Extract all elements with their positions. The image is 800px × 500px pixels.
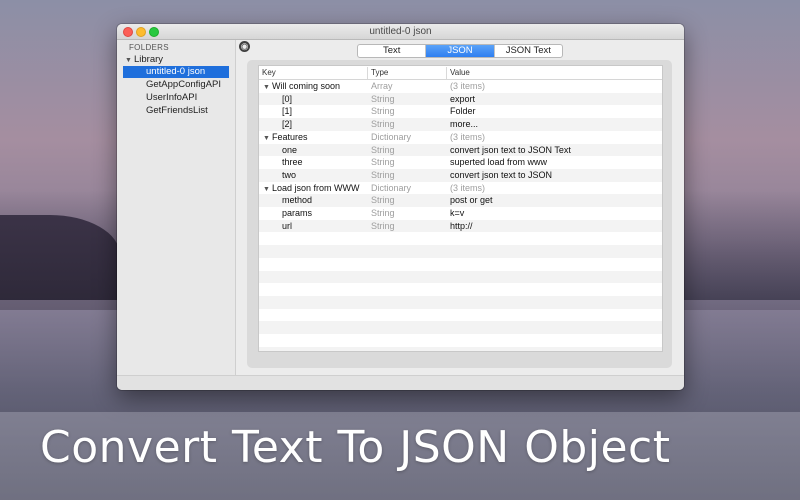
globe-icon[interactable]: ◉: [239, 41, 250, 52]
table-row[interactable]: ▼ Load json from WWW Dictionary (3 items): [259, 182, 662, 195]
sidebar-item-userinfoapi[interactable]: UserInfoAPI: [123, 92, 229, 104]
table-row[interactable]: method String post or get: [259, 194, 662, 207]
sidebar-item-getfriendslist[interactable]: GetFriendsList: [123, 105, 229, 117]
value-cell[interactable]: export: [450, 93, 475, 106]
tab-text[interactable]: Text: [358, 45, 427, 57]
value-cell[interactable]: superted load from www: [450, 156, 547, 169]
table-row[interactable]: one String convert json text to JSON Text: [259, 143, 662, 157]
column-divider: [446, 67, 447, 79]
empty-row: [259, 295, 662, 309]
type-cell[interactable]: String: [371, 220, 395, 233]
key-cell[interactable]: method: [282, 194, 312, 207]
value-cell[interactable]: post or get: [450, 194, 493, 207]
type-cell[interactable]: Dictionary: [371, 131, 411, 144]
key-cell[interactable]: params: [282, 207, 312, 220]
table-row[interactable]: ▼ Features Dictionary (3 items): [259, 131, 662, 144]
key-text: url: [282, 220, 293, 231]
table-row[interactable]: [0] String export: [259, 92, 662, 106]
empty-row: [259, 245, 662, 258]
column-divider: [367, 67, 368, 79]
main-content: ◉ Text JSON JSON Text Key Type Value ▼ Wi…: [237, 40, 684, 375]
type-cell[interactable]: String: [371, 169, 395, 182]
type-cell[interactable]: String: [371, 118, 395, 131]
title-bar[interactable]: untitled-0 json: [117, 24, 684, 40]
value-cell[interactable]: more...: [450, 118, 478, 131]
value-cell[interactable]: (3 items): [450, 182, 485, 195]
key-text: one: [282, 144, 298, 155]
value-cell[interactable]: convert json text to JSON Text: [450, 144, 571, 157]
library-label: Library: [134, 54, 164, 65]
empty-row: [259, 334, 662, 347]
key-text: Features: [272, 131, 308, 142]
type-cell[interactable]: String: [371, 105, 395, 118]
table-row[interactable]: params String k=v: [259, 207, 662, 220]
library-folder[interactable]: ▼ Library: [125, 54, 163, 65]
empty-row: [259, 258, 662, 271]
key-cell[interactable]: one: [282, 144, 297, 157]
key-cell[interactable]: two: [282, 169, 296, 182]
app-window: untitled-0 json FOLDERS ▼ Library untitle…: [117, 24, 684, 390]
column-header-value[interactable]: Value: [450, 68, 470, 77]
sidebar-item-untitled-0-json[interactable]: untitled-0 json: [123, 66, 229, 78]
sidebar: FOLDERS ▼ Library untitled-0 json GetAppC…: [117, 40, 236, 375]
window-title: untitled-0 json: [369, 26, 432, 37]
key-cell[interactable]: [2]: [282, 118, 292, 131]
table-row[interactable]: [2] String more...: [259, 118, 662, 131]
empty-row: [259, 309, 662, 322]
type-cell[interactable]: String: [371, 207, 395, 220]
type-cell[interactable]: Dictionary: [371, 182, 411, 195]
json-table: Key Type Value ▼ Will coming soon Array (3 …: [258, 65, 663, 352]
table-row[interactable]: two String convert json text to JSON: [259, 168, 662, 182]
key-text: two: [282, 169, 297, 180]
key-text: Load json from WWW: [272, 182, 360, 193]
bottom-bar: [117, 375, 684, 390]
key-cell[interactable]: url: [282, 220, 292, 233]
key-text: three: [282, 157, 303, 168]
key-text: [1]: [282, 106, 293, 117]
type-cell[interactable]: String: [371, 93, 395, 106]
key-cell[interactable]: [0]: [282, 93, 292, 106]
type-cell[interactable]: String: [371, 194, 395, 207]
type-cell[interactable]: String: [371, 144, 395, 157]
key-text: [2]: [282, 119, 293, 130]
value-cell[interactable]: (3 items): [450, 131, 485, 144]
tab-json[interactable]: JSON: [426, 45, 495, 57]
value-cell[interactable]: http://: [450, 220, 473, 233]
empty-row: [259, 283, 662, 296]
value-cell[interactable]: (3 items): [450, 80, 485, 93]
sidebar-item-getappconfigapi[interactable]: GetAppConfigAPI: [123, 79, 229, 91]
tab-json-text[interactable]: JSON Text: [495, 45, 562, 57]
view-mode-tabs: Text JSON JSON Text: [357, 44, 563, 58]
empty-row: [259, 270, 662, 284]
key-text: [0]: [282, 93, 293, 104]
type-cell[interactable]: Array: [371, 80, 393, 93]
column-header-key[interactable]: Key: [262, 68, 276, 77]
key-text: params: [282, 208, 313, 218]
background-trees: [0, 215, 120, 310]
table-row[interactable]: three String superted load from www: [259, 156, 662, 169]
table-header: Key Type Value: [259, 66, 662, 80]
key-cell[interactable]: [1]: [282, 105, 292, 118]
disclosure-triangle-icon[interactable]: ▼: [125, 57, 134, 64]
key-text: Will coming soon: [272, 81, 341, 91]
table-row[interactable]: [1] String Folder: [259, 105, 662, 118]
empty-row: [259, 321, 662, 334]
key-cell[interactable]: three: [282, 156, 303, 169]
caption-text: Convert Text To JSON Object: [40, 422, 671, 473]
table-row[interactable]: ▼ Will coming soon Array (3 items): [259, 80, 662, 93]
table-row[interactable]: url String http://: [259, 219, 662, 233]
key-text: method: [282, 195, 313, 206]
value-cell[interactable]: convert json text to JSON: [450, 169, 552, 182]
json-panel: Key Type Value ▼ Will coming soon Array (3 …: [247, 60, 672, 368]
empty-row: [259, 346, 662, 351]
type-cell[interactable]: String: [371, 156, 395, 169]
value-cell[interactable]: Folder: [450, 105, 476, 118]
value-cell[interactable]: k=v: [450, 207, 464, 220]
empty-row: [259, 232, 662, 245]
column-header-type[interactable]: Type: [371, 68, 388, 77]
folders-header: FOLDERS: [129, 43, 169, 52]
